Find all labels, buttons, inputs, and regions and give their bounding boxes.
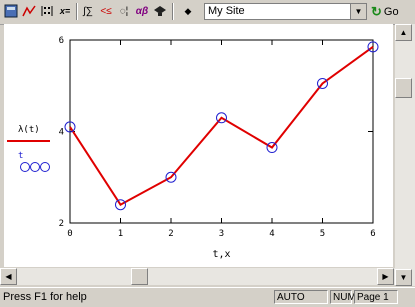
x-tick-label: 6	[370, 229, 375, 239]
horizontal-scroll-thumb[interactable]	[131, 268, 148, 285]
x-axis-label: t,x	[212, 249, 230, 260]
go-label: Go	[383, 5, 399, 18]
go-button[interactable]: ↻ Go	[371, 3, 399, 20]
xy-plot[interactable]: 0 1 2 3 4 5 6 2 4 6 t,x λ(t) t	[4, 24, 393, 267]
resource-center-icon[interactable]: ◆	[180, 3, 196, 19]
legend-trace1-label: λ(t)	[18, 125, 40, 135]
greek-icon[interactable]: αβ	[134, 3, 150, 19]
trace-line	[69, 46, 374, 207]
status-page: Page 1	[354, 290, 398, 304]
matrix-icon[interactable]	[39, 3, 55, 19]
math-toolbar: x= ∫∑ <≤ ◌¦ αβ ◆ My Site ▼ ↻ Go	[0, 0, 415, 25]
scroll-left-button[interactable]: ◀	[0, 268, 17, 285]
status-num: NUM	[330, 290, 356, 304]
site-select[interactable]: My Site ▼	[204, 3, 367, 20]
scroll-down-button[interactable]: ▼	[395, 269, 412, 286]
symbolic-icon[interactable]	[152, 3, 168, 19]
x-tick-label: 4	[269, 229, 274, 239]
status-message: Press F1 for help	[3, 291, 87, 303]
go-arrow-icon: ↻	[371, 3, 382, 19]
toolbar-separator	[76, 3, 77, 20]
legend-trace2-label: t	[18, 151, 23, 161]
x-tick-label: 1	[118, 229, 123, 239]
scroll-right-button[interactable]: ▶	[377, 268, 394, 285]
evaluation-icon[interactable]: x=	[57, 3, 73, 19]
x-tick-label: 5	[320, 229, 325, 239]
calculus-icon[interactable]: ∫∑	[80, 3, 96, 19]
vertical-scrollbar[interactable]: ▲ ▼	[395, 24, 415, 286]
status-mode: AUTO	[274, 290, 328, 304]
horizontal-scrollbar[interactable]: ◀ ▶	[0, 268, 395, 285]
y-tick-label: 2	[59, 219, 64, 229]
x-tick-label: 2	[168, 229, 173, 239]
graph-icon[interactable]	[21, 3, 37, 19]
y-tick-label: 4	[59, 128, 64, 138]
x-tick-label: 3	[219, 229, 224, 239]
scroll-up-button[interactable]: ▲	[395, 24, 412, 41]
programming-icon[interactable]: ◌¦	[116, 3, 132, 19]
toolbar-separator	[172, 3, 173, 20]
x-tick-label: 0	[67, 229, 72, 239]
chevron-down-icon[interactable]: ▼	[350, 4, 366, 19]
calculator-icon[interactable]	[3, 3, 19, 19]
site-select-value: My Site	[208, 5, 245, 17]
worksheet-area[interactable]: 0 1 2 3 4 5 6 2 4 6 t,x λ(t) t	[4, 24, 393, 267]
vertical-scroll-thumb[interactable]	[395, 78, 412, 98]
status-bar: Press F1 for help AUTO NUM Page 1	[0, 287, 415, 307]
legend-trace2-markers	[20, 162, 50, 172]
y-tick-label: 6	[59, 36, 64, 46]
boolean-icon[interactable]: <≤	[98, 3, 114, 19]
